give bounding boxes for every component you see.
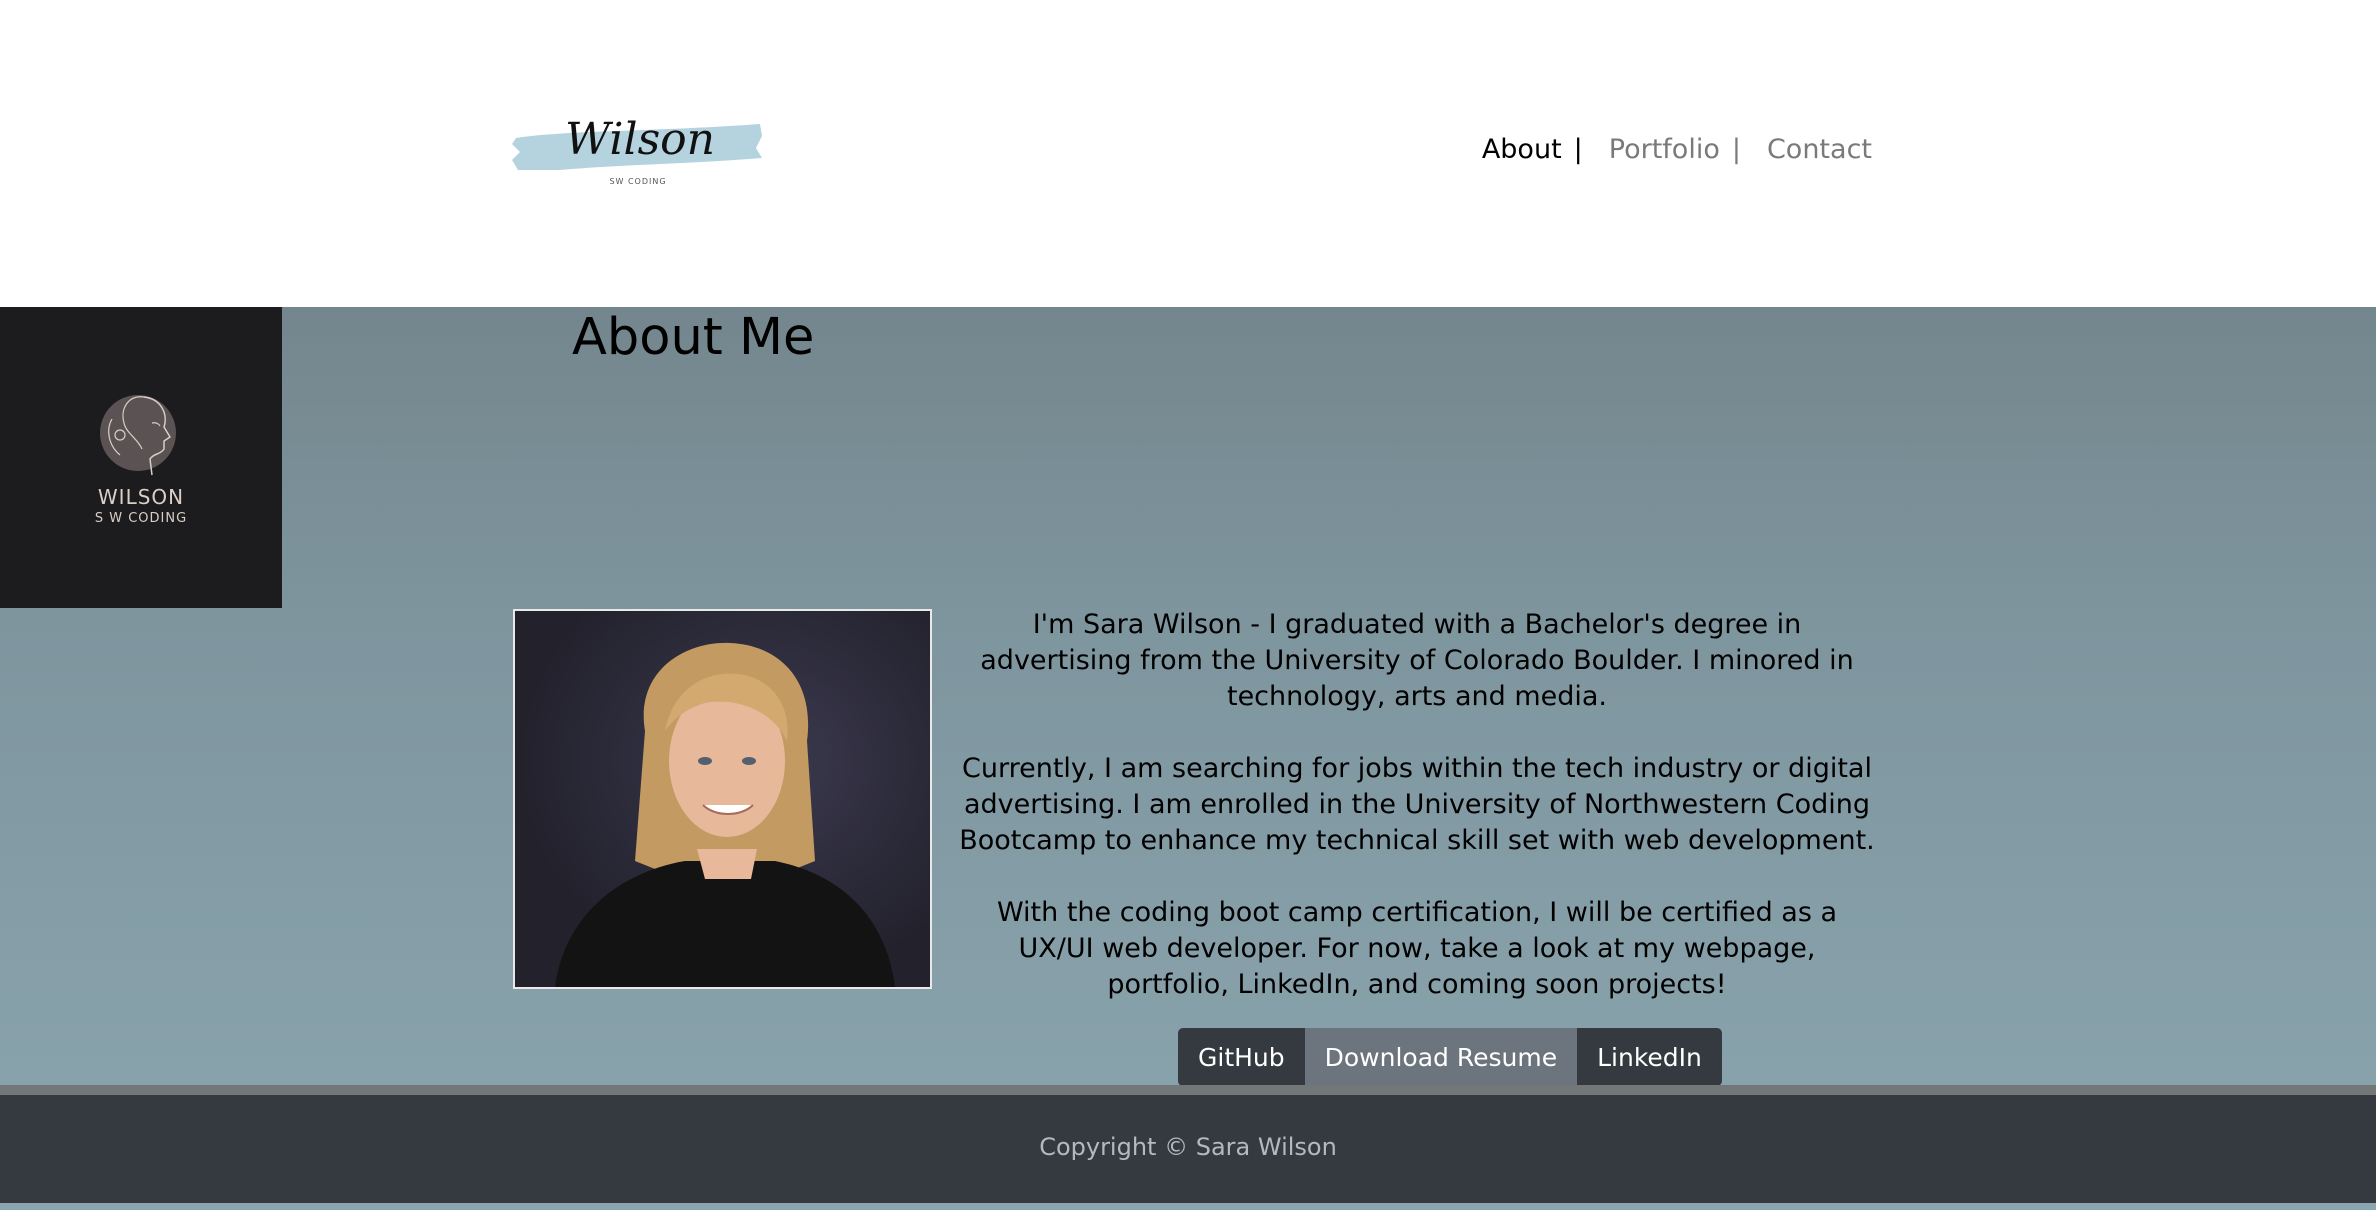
side-logo-badge: WILSON S W CODING <box>0 307 282 608</box>
link-button-group: GitHub Download Resume LinkedIn <box>1178 1028 1722 1086</box>
face-line-art-icon <box>100 395 176 476</box>
site-logo[interactable]: Wilson SW CODING <box>510 112 766 192</box>
linkedin-button[interactable]: LinkedIn <box>1577 1028 1722 1086</box>
logo-wordmark: Wilson <box>565 114 715 165</box>
download-resume-button[interactable]: Download Resume <box>1304 1028 1578 1086</box>
nav-separator: | <box>1731 134 1741 165</box>
page-title: About Me <box>572 308 815 367</box>
site-footer: Copyright © Sara Wilson <box>0 1095 2376 1203</box>
logo-tagline: SW CODING <box>609 177 666 186</box>
nav-portfolio-link[interactable]: Portfolio <box>1609 134 1720 165</box>
bio-text: I'm Sara Wilson - I graduated with a Bac… <box>958 607 1876 1039</box>
logo-brush-mark: Wilson SW CODING <box>512 114 762 186</box>
copyright-text: Copyright © Sara Wilson <box>1039 1133 1337 1161</box>
badge-title: WILSON <box>97 485 185 509</box>
about-section: WILSON S W CODING About Me I'm Sara Wils… <box>0 307 2376 1086</box>
github-button[interactable]: GitHub <box>1178 1028 1305 1086</box>
page-bottom-strip <box>0 1203 2376 1210</box>
nav-contact-link[interactable]: Contact <box>1767 134 1872 165</box>
footer-divider <box>0 1085 2376 1095</box>
bio-paragraph: I'm Sara Wilson - I graduated with a Bac… <box>980 609 1854 712</box>
bio-paragraph: Currently, I am searching for jobs withi… <box>959 753 1875 856</box>
nav-about-link[interactable]: About <box>1482 134 1562 165</box>
portrait-image <box>555 642 895 987</box>
main-nav: About | Portfolio | Contact <box>1482 134 1872 165</box>
bio-paragraph: With the coding boot camp certification,… <box>996 897 1838 1000</box>
site-header: Wilson SW CODING About | Portfolio | Con… <box>0 0 2376 307</box>
badge-subtitle: S W CODING <box>94 511 188 526</box>
profile-photo <box>513 609 932 989</box>
nav-separator: | <box>1573 134 1583 165</box>
